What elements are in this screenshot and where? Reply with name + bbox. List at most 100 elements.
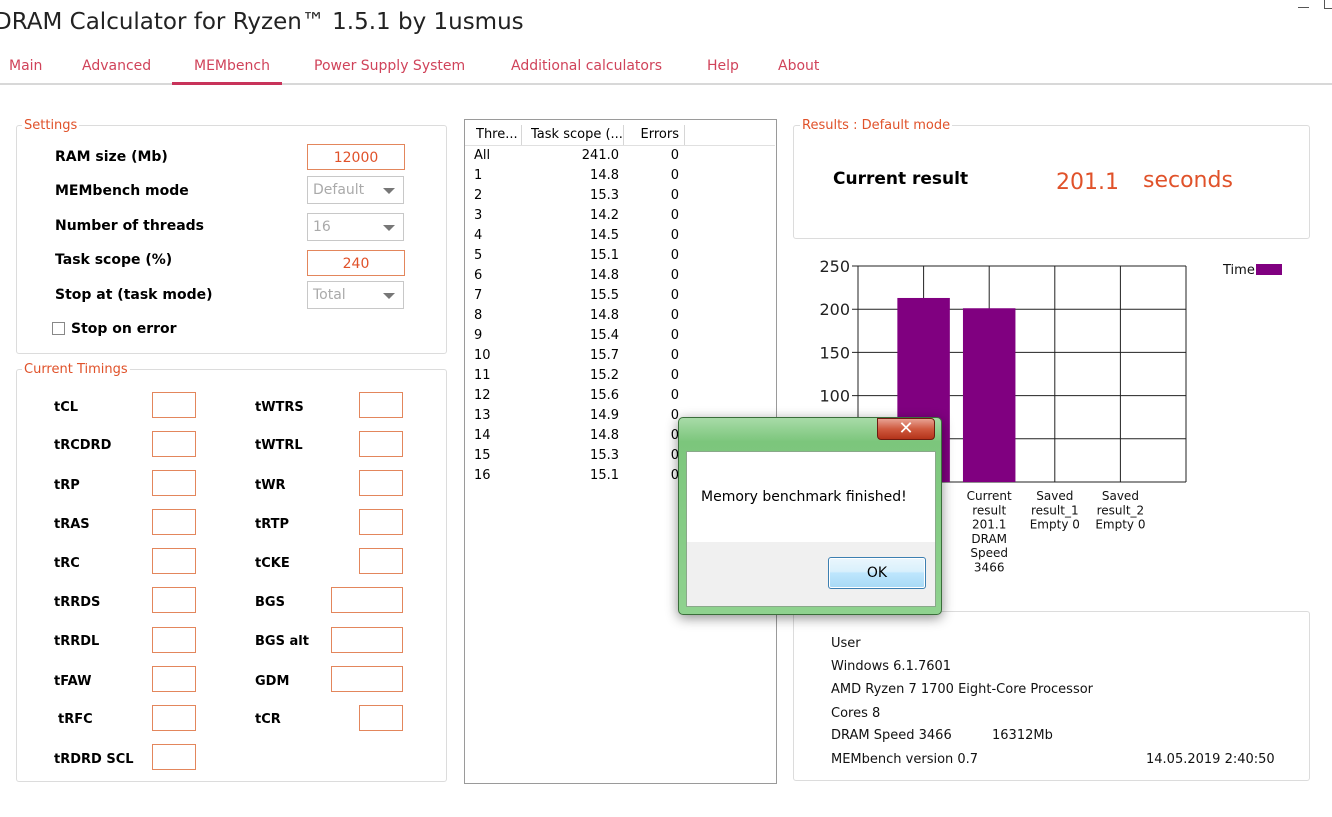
x-category-label: Saved <box>1036 489 1073 503</box>
timings-title: Current Timings <box>22 362 130 377</box>
system-memory: 16312Mb <box>992 728 1053 743</box>
errors-cell: 0 <box>670 208 679 223</box>
timing-input-tcke[interactable] <box>359 548 403 574</box>
y-tick-label: 150 <box>819 343 850 362</box>
timing-label-tcl: tCL <box>54 400 79 415</box>
column-header-threads[interactable]: Thre... <box>476 125 522 145</box>
table-row[interactable]: 5 15.1 0 <box>465 246 775 266</box>
timing-label-trcdrd: tRCDRD <box>54 438 112 453</box>
close-icon[interactable]: ✕ <box>877 418 935 440</box>
errors-cell: 0 <box>670 328 679 343</box>
table-row[interactable]: 12 15.6 0 <box>465 386 775 406</box>
timing-input-twtrl[interactable] <box>359 431 403 457</box>
task-scope-cell: 14.9 <box>590 408 619 423</box>
thread-cell: 1 <box>474 168 483 183</box>
table-row[interactable]: 11 15.2 0 <box>465 366 775 386</box>
errors-cell: 0 <box>670 448 679 463</box>
stop-at-value: Total <box>313 287 346 303</box>
column-header-task-scope[interactable]: Task scope (... <box>531 125 625 145</box>
timing-input-trdrd-scl[interactable] <box>152 744 196 770</box>
tab-about[interactable]: About <box>778 58 819 74</box>
threads-select[interactable]: 16 <box>307 213 404 241</box>
column-separator[interactable] <box>521 125 522 145</box>
table-row[interactable]: 3 14.2 0 <box>465 206 775 226</box>
thread-cell: 9 <box>474 328 483 343</box>
x-category-label: result_2 <box>1097 503 1145 517</box>
task-scope-cell: 15.2 <box>590 368 619 383</box>
table-row[interactable]: All 241.0 0 <box>465 146 775 166</box>
stop-at-label: Stop at (task mode) <box>55 287 213 303</box>
column-separator[interactable] <box>684 125 685 145</box>
ok-button[interactable]: OK <box>828 557 926 589</box>
task-scope-input[interactable]: 240 <box>307 250 405 276</box>
tab-additional-calculators[interactable]: Additional calculators <box>511 58 662 74</box>
timing-input-tras[interactable] <box>152 509 196 535</box>
stop-on-error-label: Stop on error <box>71 321 177 337</box>
timing-input-tcl[interactable] <box>152 392 196 418</box>
table-row[interactable]: 7 15.5 0 <box>465 286 775 306</box>
task-scope-cell: 14.8 <box>590 428 619 443</box>
column-header-errors[interactable]: Errors <box>629 125 679 145</box>
tab-membench[interactable]: MEMbench <box>194 58 270 74</box>
x-category-label: Current <box>967 489 1012 503</box>
timing-input-tfaw[interactable] <box>152 666 196 692</box>
thread-cell: 13 <box>474 408 491 423</box>
timing-label-trfc: tRFC <box>58 712 93 727</box>
timing-input-trcdrd[interactable] <box>152 431 196 457</box>
current-result-unit: seconds <box>1143 168 1233 193</box>
table-row[interactable]: 4 14.5 0 <box>465 226 775 246</box>
tab-advanced[interactable]: Advanced <box>82 58 151 74</box>
timing-input-trtp[interactable] <box>359 509 403 535</box>
table-row[interactable]: 6 14.8 0 <box>465 266 775 286</box>
table-row[interactable]: 1 14.8 0 <box>465 166 775 186</box>
timing-label-tfaw: tFAW <box>54 674 92 689</box>
minimize-icon[interactable] <box>1296 0 1312 10</box>
stop-on-error-checkbox[interactable] <box>52 322 65 335</box>
errors-cell: 0 <box>670 388 679 403</box>
timing-input-trc[interactable] <box>152 548 196 574</box>
timing-input-bgs[interactable] <box>331 587 403 613</box>
table-row[interactable]: 10 15.7 0 <box>465 346 775 366</box>
thread-cell: 16 <box>474 468 491 483</box>
thread-cell: 12 <box>474 388 491 403</box>
timing-input-tcr[interactable] <box>359 705 403 731</box>
timing-input-trp[interactable] <box>152 470 196 496</box>
timing-label-tras: tRAS <box>54 517 90 532</box>
table-row[interactable]: 8 14.8 0 <box>465 306 775 326</box>
x-category-label: Saved <box>1102 489 1139 503</box>
x-category-label: 3466 <box>974 561 1005 575</box>
chevron-down-icon <box>383 225 395 231</box>
legend-swatch <box>1256 264 1282 275</box>
errors-cell: 0 <box>670 228 679 243</box>
tab-main[interactable]: Main <box>9 58 42 74</box>
timing-input-trrdl[interactable] <box>152 627 196 653</box>
timing-input-twr[interactable] <box>359 470 403 496</box>
timing-label-bgs: BGS <box>255 595 285 610</box>
maximize-icon[interactable] <box>1324 0 1332 10</box>
stop-at-select[interactable]: Total <box>307 281 404 309</box>
table-row[interactable]: 2 15.3 0 <box>465 186 775 206</box>
errors-cell: 0 <box>670 288 679 303</box>
system-cpu: AMD Ryzen 7 1700 Eight-Core Processor <box>831 682 1094 697</box>
errors-cell: 0 <box>670 268 679 283</box>
errors-cell: 0 <box>670 148 679 163</box>
task-scope-cell: 15.1 <box>590 468 619 483</box>
ram-size-input[interactable]: 12000 <box>307 144 405 170</box>
x-category-label: result_1 <box>1031 503 1079 517</box>
errors-cell: 0 <box>670 248 679 263</box>
tab-power-supply-system[interactable]: Power Supply System <box>314 58 465 74</box>
timing-input-twtrs[interactable] <box>359 392 403 418</box>
column-separator[interactable] <box>623 125 624 145</box>
table-row[interactable]: 9 15.4 0 <box>465 326 775 346</box>
x-category-label: DRAM <box>971 532 1007 546</box>
threads-label: Number of threads <box>55 218 205 234</box>
membench-mode-select[interactable]: Default <box>307 176 404 204</box>
tab-help[interactable]: Help <box>707 58 739 74</box>
timing-input-trrds[interactable] <box>152 587 196 613</box>
timing-input-trfc[interactable] <box>152 705 196 731</box>
timing-input-bgs-alt[interactable] <box>331 627 403 653</box>
task-scope-cell: 14.5 <box>590 228 619 243</box>
thread-cell: 6 <box>474 268 483 283</box>
timing-input-gdm[interactable] <box>331 666 403 692</box>
task-scope-cell: 15.5 <box>590 288 619 303</box>
